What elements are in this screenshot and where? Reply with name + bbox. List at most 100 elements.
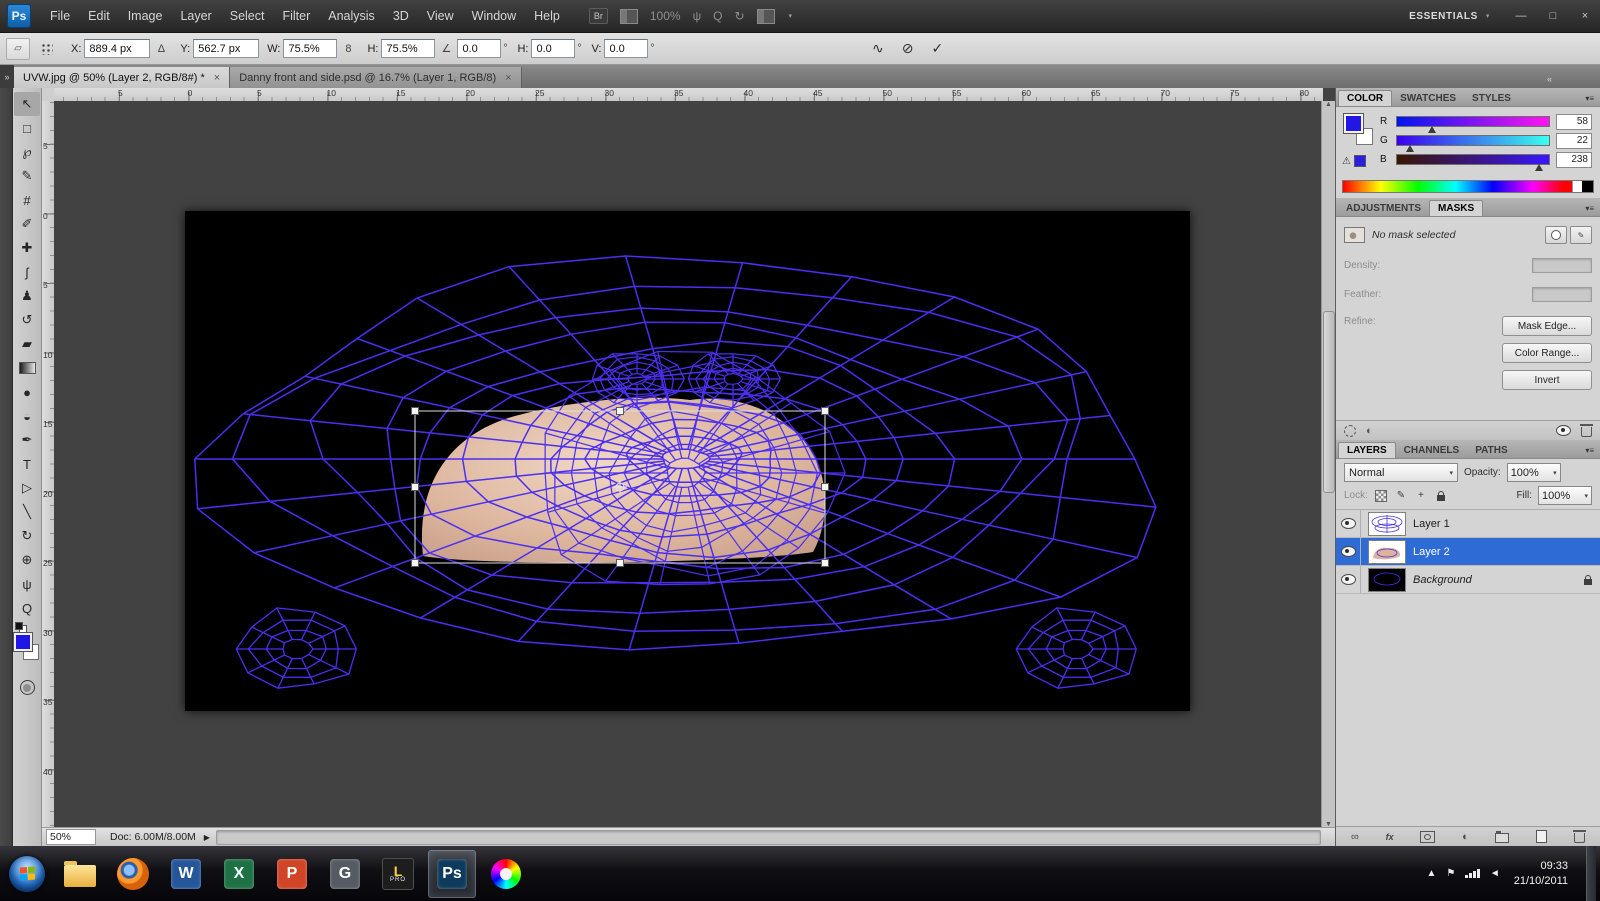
menu-item-file[interactable]: File <box>41 0 79 32</box>
add-pixel-mask-button[interactable] <box>1545 226 1567 244</box>
blue-slider[interactable] <box>1396 154 1550 171</box>
y-position-field[interactable]: 562.7 px <box>193 39 260 58</box>
rectangular-marquee-tool[interactable]: □ <box>14 116 40 140</box>
blue-value-field[interactable]: 238 <box>1556 151 1592 168</box>
layer-row-layer-1[interactable]: Layer 1 <box>1336 510 1600 538</box>
3d-rotate-tool[interactable]: ↻ <box>14 524 40 548</box>
panel-menu-icon[interactable]: ▾≡ <box>1579 204 1600 216</box>
eraser-tool[interactable]: ▰ <box>14 332 40 356</box>
arrange-documents-button[interactable] <box>756 8 775 24</box>
brush-tool[interactable]: ʃ <box>14 260 40 284</box>
minimize-button[interactable]: — <box>1506 6 1536 26</box>
disable-mask-icon[interactable] <box>1556 425 1571 436</box>
rotate-view-icon[interactable]: ↻ <box>734 9 744 23</box>
menu-item-help[interactable]: Help <box>525 0 569 32</box>
launch-bridge-button[interactable]: Br <box>588 8 608 24</box>
type-tool[interactable]: T <box>14 452 40 476</box>
status-menu-arrow[interactable]: ▶ <box>204 833 210 842</box>
layer-thumbnail[interactable] <box>1368 567 1406 592</box>
eyedropper-tool[interactable]: ✐ <box>14 212 40 236</box>
cancel-transform-button[interactable]: ⊘ <box>902 40 914 57</box>
clone-stamp-tool[interactable]: ♟ <box>14 284 40 308</box>
vertical-scroll-thumb[interactable] <box>1323 311 1335 493</box>
adjustment-layer-icon[interactable]: ◐ <box>1462 831 1469 843</box>
line-tool[interactable]: ╲ <box>14 500 40 524</box>
delete-mask-icon[interactable] <box>1580 424 1593 437</box>
color-spectrum-ramp[interactable] <box>1342 180 1594 193</box>
layer-visibility-toggle[interactable] <box>1336 566 1361 593</box>
photoshop-taskbar-icon[interactable]: Ps <box>428 849 476 898</box>
red-value-field[interactable]: 58 <box>1556 113 1592 130</box>
menu-item-view[interactable]: View <box>418 0 463 32</box>
vertical-scrollbar[interactable]: ▲ ▼ <box>1321 101 1335 828</box>
3d-orbit-tool[interactable]: ⊕ <box>14 548 40 572</box>
close-button[interactable]: × <box>1570 6 1600 26</box>
menu-item-filter[interactable]: Filter <box>273 0 319 32</box>
scroll-up-icon[interactable]: ▲ <box>1325 101 1332 108</box>
menu-item-layer[interactable]: Layer <box>171 0 220 32</box>
collapse-panels-button[interactable]: « <box>1547 74 1600 84</box>
word-taskbar-icon[interactable]: W <box>163 851 209 897</box>
tab-channels[interactable]: CHANNELS <box>1396 443 1468 458</box>
history-brush-tool[interactable]: ↺ <box>14 308 40 332</box>
layer-thumbnail[interactable] <box>1368 511 1406 536</box>
blend-mode-dropdown[interactable]: Normal ▾ <box>1344 463 1458 482</box>
tab-color[interactable]: COLOR <box>1338 90 1393 106</box>
tab-swatches[interactable]: SWATCHES <box>1392 91 1464 106</box>
path-selection-tool[interactable]: ▷ <box>14 476 40 500</box>
opacity-field[interactable]: 100% ▾ <box>1506 463 1561 482</box>
zoom-percentage-field[interactable]: 50% <box>46 829 96 845</box>
collapse-tools-strip[interactable]: » <box>0 65 14 88</box>
tray-expand-icon[interactable]: ▲ <box>1426 868 1436 879</box>
crop-tool[interactable]: # <box>14 188 40 212</box>
close-icon[interactable]: × <box>214 72 220 84</box>
x-position-field[interactable]: 889.4 px <box>84 39 151 58</box>
network-icon[interactable] <box>1465 869 1480 878</box>
fill-field[interactable]: 100% ▾ <box>1538 486 1592 505</box>
load-selection-from-mask-icon[interactable] <box>1344 424 1356 437</box>
add-vector-mask-button[interactable]: ✎ <box>1570 226 1592 244</box>
foreground-color-swatch[interactable] <box>13 632 33 652</box>
slider-thumb[interactable] <box>1427 126 1436 133</box>
layer-row-background[interactable]: Background <box>1336 566 1600 594</box>
menu-item-window[interactable]: Window <box>463 0 525 32</box>
quick-selection-tool[interactable]: ✎ <box>14 164 40 188</box>
quick-mask-button[interactable] <box>19 680 35 695</box>
paint-app-taskbar-icon[interactable] <box>483 851 529 897</box>
taskbar-clock[interactable]: 09:33 21/10/2011 <box>1514 859 1568 888</box>
link-layers-icon[interactable]: ∞ <box>1351 831 1359 843</box>
gamut-warning[interactable]: ⚠ <box>1342 155 1366 167</box>
default-colors-icon[interactable] <box>15 622 27 633</box>
add-layer-mask-icon[interactable] <box>1420 830 1436 843</box>
commit-transform-button[interactable]: ✓ <box>931 40 943 57</box>
menu-item-analysis[interactable]: Analysis <box>319 0 384 32</box>
tab-styles[interactable]: STYLES <box>1464 91 1519 106</box>
horizontal-scrollbar[interactable] <box>215 829 1321 845</box>
color-range-button[interactable]: Color Range... <box>1502 343 1592 363</box>
zoom-level-display[interactable]: 100% <box>650 9 681 23</box>
zoom-icon[interactable]: Q <box>713 9 722 23</box>
new-group-icon[interactable] <box>1495 831 1510 843</box>
tab-adjustments[interactable]: ADJUSTMENTS <box>1338 201 1429 216</box>
layer-visibility-toggle[interactable] <box>1336 510 1361 537</box>
document-tab-uvw[interactable]: UVW.jpg @ 50% (Layer 2, RGB/8#) * × <box>14 67 231 88</box>
restore-button[interactable]: □ <box>1538 6 1568 26</box>
tab-paths[interactable]: PATHS <box>1467 443 1515 458</box>
lasso-tool[interactable]: ℘ <box>14 140 40 164</box>
lock-pixels-icon[interactable]: ✎ <box>1394 489 1408 502</box>
lock-position-icon[interactable]: + <box>1414 489 1428 502</box>
tab-layers[interactable]: LAYERS <box>1338 442 1396 458</box>
relative-position-toggle[interactable]: Δ <box>154 43 168 55</box>
menu-item-select[interactable]: Select <box>221 0 274 32</box>
red-slider[interactable] <box>1396 116 1550 133</box>
view-extras-button[interactable] <box>619 8 638 24</box>
spot-healing-brush-tool[interactable]: ✚ <box>14 236 40 260</box>
firefox-taskbar-icon[interactable] <box>110 851 156 897</box>
zoom-tool[interactable]: Q <box>14 596 40 620</box>
new-layer-icon[interactable] <box>1536 830 1548 843</box>
horizontal-ruler[interactable]: 5 0 5 10 15 20 25 30 35 40 45 50 55 60 65 70 75 80 <box>54 88 1323 102</box>
panel-menu-icon[interactable]: ▾≡ <box>1579 446 1600 458</box>
delete-layer-icon[interactable] <box>1572 830 1586 843</box>
start-button[interactable] <box>4 851 50 897</box>
excel-taskbar-icon[interactable]: X <box>216 851 262 897</box>
